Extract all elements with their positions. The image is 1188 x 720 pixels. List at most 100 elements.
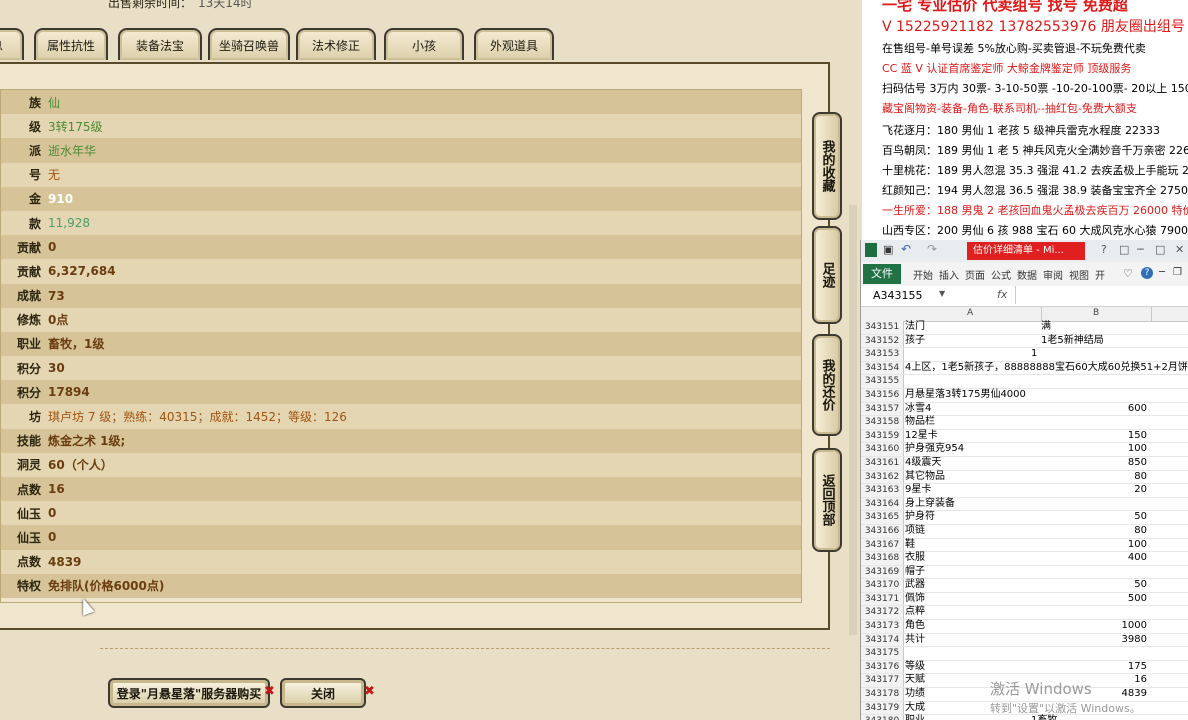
row-number[interactable]: 343155 — [861, 375, 904, 388]
cell-a[interactable]: 角色 — [905, 620, 925, 632]
cell-a[interactable]: 12星卡 — [905, 430, 938, 442]
cell-b[interactable]: 50 — [1134, 579, 1147, 591]
column-a-header[interactable]: A — [967, 308, 973, 318]
sheet-row[interactable]: 343157 冰雪4 600 — [861, 402, 1188, 417]
cell-a[interactable]: 项链 — [905, 525, 925, 537]
cell-b[interactable]: 1 — [1031, 348, 1037, 360]
my-counteroffer-button[interactable]: 我的还价 — [812, 334, 842, 436]
cell-b[interactable]: 600 — [1128, 403, 1147, 415]
sheet-row[interactable]: 343160 护身强克954 100 — [861, 443, 1188, 457]
sheet-row[interactable]: 343175 — [861, 647, 1188, 661]
sheet-row[interactable]: 343172 点粹 — [861, 606, 1188, 621]
cell-b[interactable]: 500 — [1128, 593, 1147, 605]
cell-b[interactable]: 20 — [1134, 484, 1147, 496]
row-number[interactable]: 343174 — [861, 633, 904, 647]
cell-b[interactable]: 850 — [1128, 457, 1147, 469]
row-number[interactable]: 343160 — [861, 443, 904, 456]
cell-a[interactable]: 护身强克954 — [905, 443, 964, 455]
tab-spells[interactable]: 法术修正 — [296, 28, 376, 60]
tab-appearance[interactable]: 外观道具 — [474, 28, 554, 60]
row-number[interactable]: 343167 — [861, 538, 904, 552]
sheet-row[interactable]: 343153 1 — [861, 348, 1188, 362]
minimize-icon[interactable]: ─ — [1137, 243, 1144, 256]
cell-b[interactable]: 4839 — [1122, 688, 1147, 700]
tab-review[interactable]: 审阅 — [1043, 267, 1063, 282]
cell-b[interactable]: 满 — [1041, 321, 1051, 333]
cell-b[interactable]: 1000 — [1122, 620, 1147, 632]
cell-a[interactable]: 鞋 — [905, 539, 915, 551]
row-number[interactable]: 343165 — [861, 511, 904, 524]
cell-a[interactable]: 大成 — [905, 702, 925, 714]
row-number[interactable]: 343153 — [861, 348, 904, 361]
restore-icon[interactable]: ❐ — [1173, 267, 1182, 278]
file-tab[interactable]: 文件 — [863, 264, 901, 284]
cell-a[interactable]: 冰雪4 — [905, 403, 931, 415]
row-number[interactable]: 343172 — [861, 606, 904, 620]
sheet-row[interactable]: 343164 身上穿装备 — [861, 497, 1188, 512]
sheet-row[interactable]: 343173 角色 1000 — [861, 620, 1188, 634]
my-favorites-button[interactable]: 我的收藏 — [812, 112, 842, 220]
row-number[interactable]: 343159 — [861, 429, 904, 443]
tab-view[interactable]: 视图 — [1069, 267, 1089, 282]
row-number[interactable]: 343168 — [861, 552, 904, 565]
fx-icon[interactable]: fx — [997, 288, 1007, 301]
row-number[interactable]: 343161 — [861, 456, 904, 470]
row-number[interactable]: 343162 — [861, 470, 904, 484]
login-server-buy-button[interactable]: 登录"月悬星落"服务器购买 — [108, 678, 270, 708]
cell-b[interactable]: 400 — [1128, 552, 1147, 564]
cell-a[interactable]: 身上穿装备 — [905, 498, 955, 510]
close-icon[interactable]: ✕ — [1175, 243, 1184, 256]
sheet-row[interactable]: 343169 帽子 — [861, 565, 1188, 580]
sheet-row[interactable]: 343176 等级 175 — [861, 660, 1188, 675]
row-number[interactable]: 343154 — [861, 361, 904, 375]
cell-b[interactable]: 16 — [1134, 674, 1147, 686]
cell-a[interactable]: 护身符 — [905, 511, 935, 523]
sheet-row[interactable]: 343158 物品栏 — [861, 416, 1188, 430]
row-number[interactable]: 343156 — [861, 388, 904, 402]
cell-b[interactable]: 175 — [1128, 661, 1147, 673]
sheet-row[interactable]: 343155 — [861, 375, 1188, 389]
help-circle-icon[interactable]: ? — [1141, 267, 1153, 279]
row-number[interactable]: 343152 — [861, 334, 904, 348]
row-number[interactable]: 343166 — [861, 524, 904, 538]
cell-a[interactable]: 点粹 — [905, 606, 925, 618]
cell-b[interactable]: 80 — [1134, 471, 1147, 483]
name-box-dropdown-icon[interactable]: ▼ — [939, 289, 945, 298]
cell-a[interactable]: 武器 — [905, 579, 925, 591]
cell-a[interactable]: 孩子 — [905, 335, 925, 347]
cell-a[interactable]: 共计 — [905, 634, 925, 646]
cell-a[interactable]: 天赋 — [905, 674, 925, 686]
scrollbar[interactable] — [849, 205, 857, 635]
tab-home[interactable]: 开始 — [913, 267, 933, 282]
row-number[interactable]: 343151 — [861, 321, 904, 334]
cell-b[interactable]: 100 — [1128, 443, 1147, 455]
sheet-row[interactable]: 343171 佩饰 500 — [861, 592, 1188, 607]
footprints-button[interactable]: 足迹 — [812, 226, 842, 324]
cell-a[interactable]: 物品栏 — [905, 416, 935, 428]
row-number[interactable]: 343175 — [861, 647, 904, 660]
cell-a[interactable]: 4级震天 — [905, 457, 941, 469]
tab-mounts-pets[interactable]: 坐骑召唤兽 — [208, 28, 290, 60]
cell-b[interactable]: 1老5新神结局 — [1041, 335, 1104, 347]
undo-icon[interactable]: ↶ — [901, 242, 911, 256]
row-number[interactable]: 343177 — [861, 674, 904, 688]
back-to-top-button[interactable]: 返回顶部 — [812, 448, 842, 552]
cell-a[interactable]: 职业 — [905, 715, 925, 720]
cell-a[interactable]: 等级 — [905, 661, 925, 673]
tab-basic-info[interactable]: 息 — [0, 28, 24, 60]
tab-formulas[interactable]: 公式 — [991, 267, 1011, 282]
sheet-row[interactable]: 343151 法门 满 — [861, 321, 1188, 335]
row-number[interactable]: 343169 — [861, 565, 904, 579]
cell-a[interactable]: 佩饰 — [905, 593, 925, 605]
formula-input[interactable] — [1015, 286, 1186, 304]
sheet-row[interactable]: 343156 月悬星落3转175男仙4000 — [861, 388, 1188, 403]
heart-icon[interactable]: ♡ — [1123, 267, 1133, 280]
row-number[interactable]: 343178 — [861, 688, 904, 701]
sheet-row[interactable]: 343166 项链 80 — [861, 524, 1188, 539]
column-b-header[interactable]: B — [1093, 308, 1099, 318]
cell-a[interactable]: 法门 — [905, 321, 925, 333]
cell-b[interactable]: 150 — [1128, 430, 1147, 442]
row-number[interactable]: 343173 — [861, 620, 904, 633]
cell-a[interactable]: 4上区，1老5新孩子，88888888宝石60大成60兑换51+2月饼 — [905, 362, 1188, 374]
tab-attributes[interactable]: 属性抗性 — [34, 28, 108, 60]
